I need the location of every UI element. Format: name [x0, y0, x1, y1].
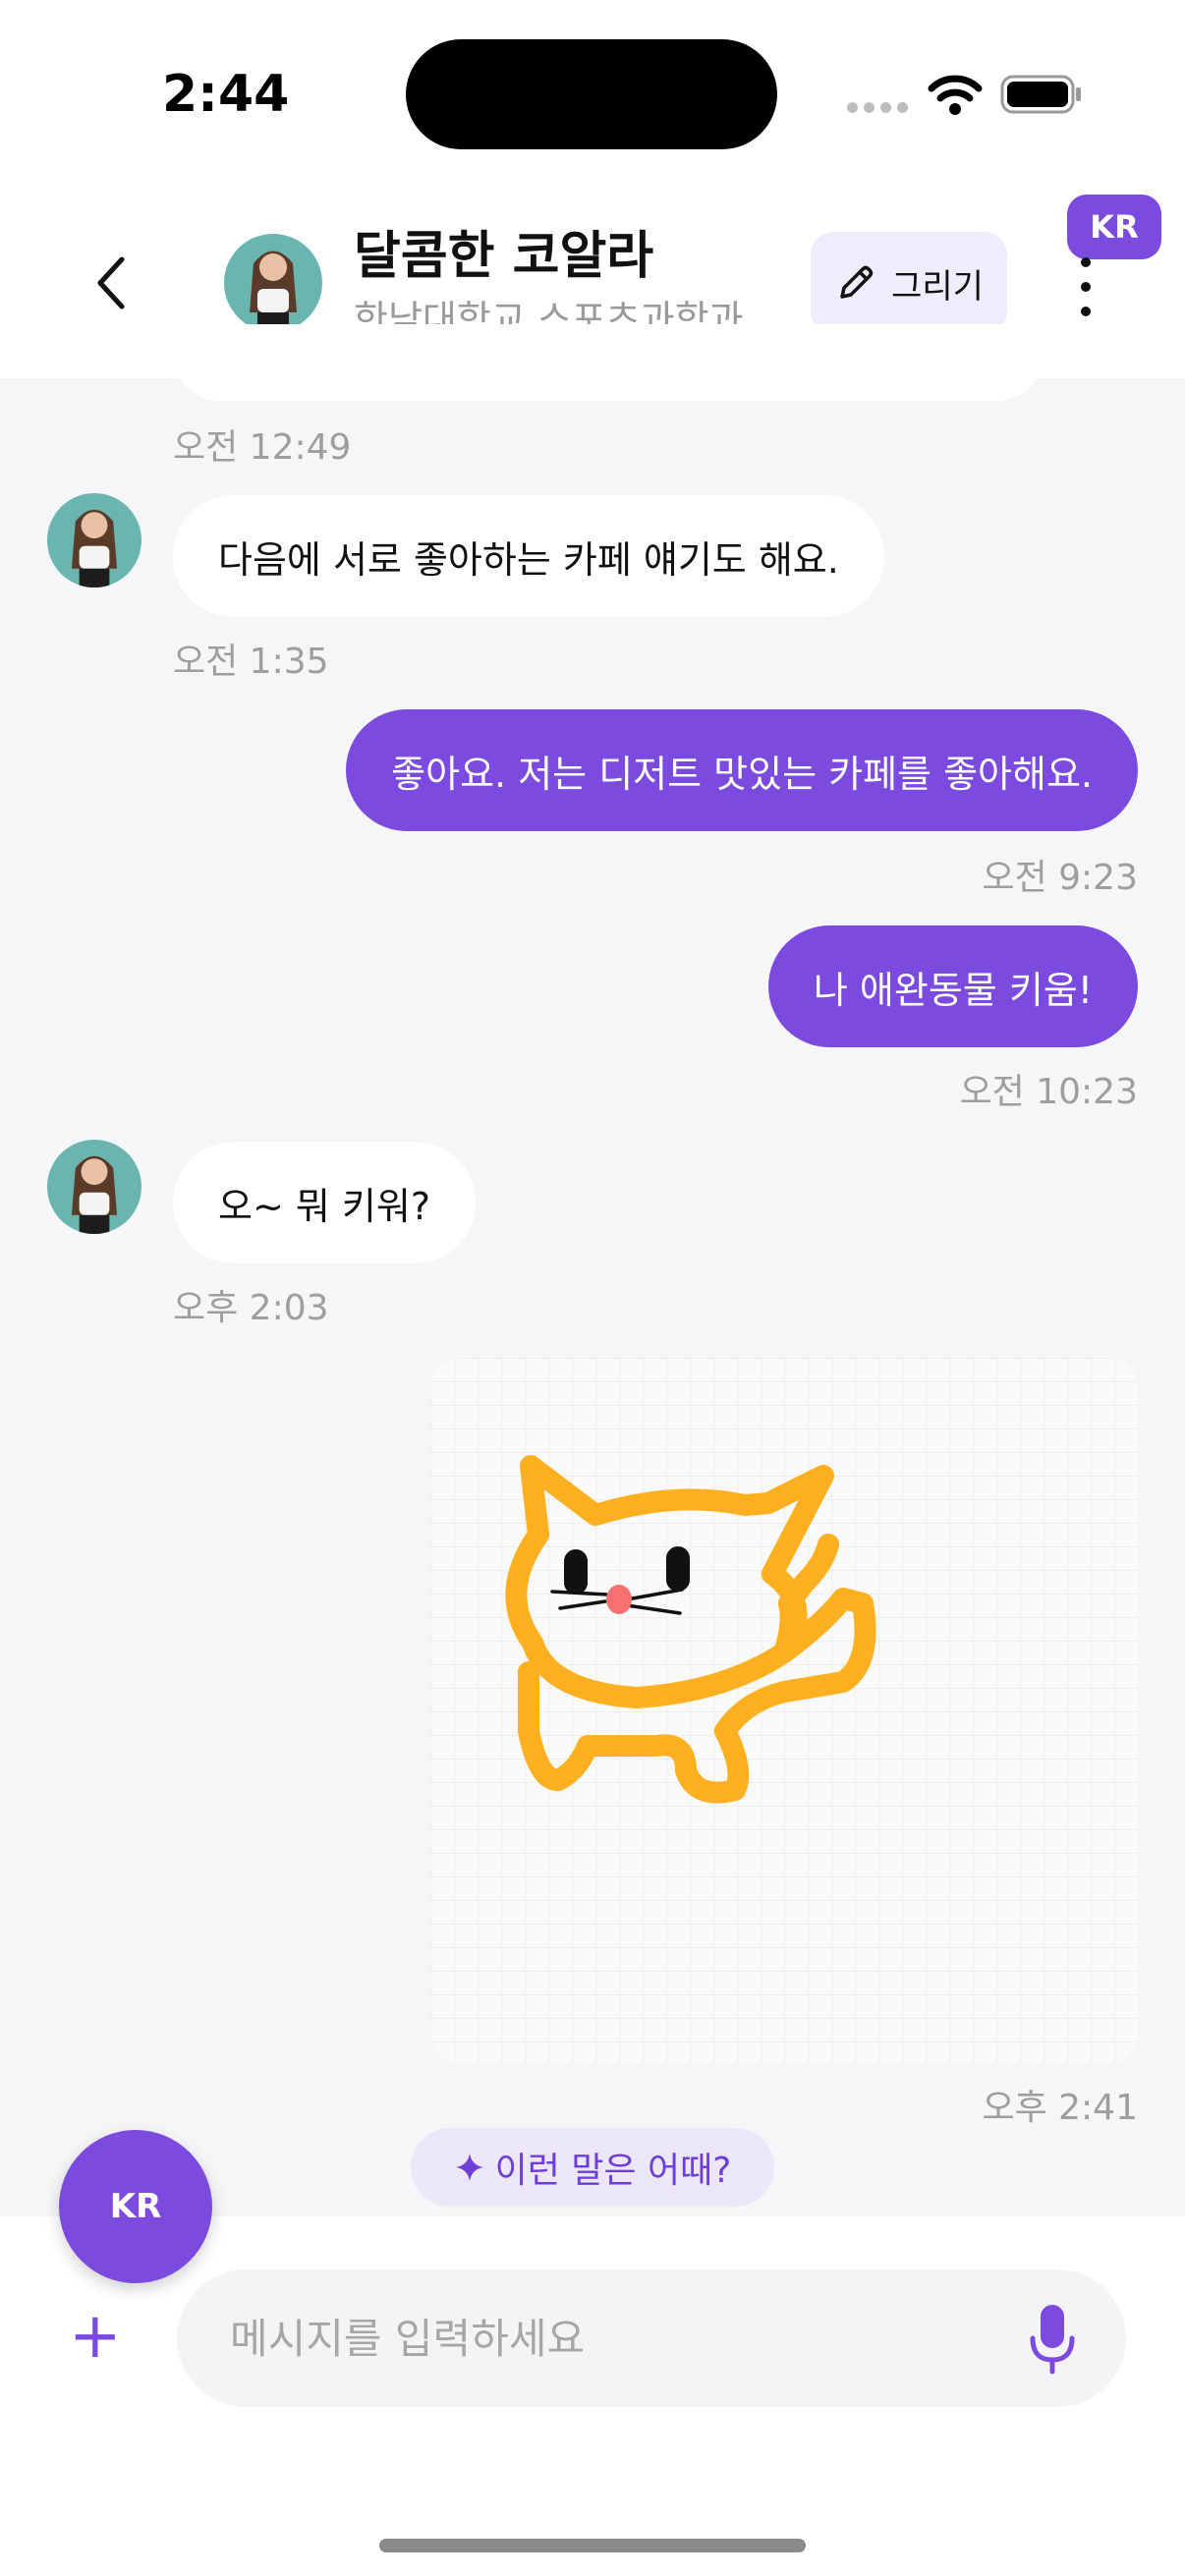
language-badge[interactable]: KR — [1067, 195, 1161, 259]
back-arrow-icon[interactable] — [86, 253, 136, 312]
wifi-icon — [928, 75, 983, 115]
message-bubble-incoming[interactable]: 오~ 뭐 키워? — [173, 1142, 477, 1263]
cat-drawing-image — [430, 1358, 1138, 2063]
suggestion-chip[interactable]: 이런 말은 어때? — [411, 2128, 774, 2207]
message-bubble-partial — [173, 324, 1044, 401]
sparkle-icon — [455, 2154, 483, 2181]
message-bubble-outgoing[interactable]: 나 애완동물 키움! — [767, 925, 1138, 1047]
add-attachment-icon[interactable]: + — [69, 2305, 122, 2368]
pencil-icon — [840, 265, 874, 299]
message-time: 오전 10:23 — [959, 1072, 1138, 1112]
suggestion-label: 이런 말은 어때? — [494, 2151, 732, 2191]
signal-icon — [847, 102, 910, 114]
message-bubble-incoming[interactable]: 다음에 서로 좋아하는 카페 얘기도 해요. — [173, 495, 884, 617]
draw-button-label: 그리기 — [891, 266, 984, 307]
battery-icon — [1000, 75, 1081, 114]
more-options-icon[interactable] — [1071, 257, 1100, 316]
draw-button[interactable]: 그리기 — [811, 232, 1007, 334]
message-bubble-outgoing[interactable]: 좋아요. 저는 디저트 맛있는 카페를 좋아해요. — [346, 709, 1138, 831]
status-time: 2:44 — [162, 65, 290, 124]
message-time: 오전 9:23 — [982, 858, 1138, 898]
message-time: 오후 2:03 — [173, 1288, 329, 1328]
translate-fab[interactable]: KR — [59, 2130, 212, 2283]
message-time: 오전 1:35 — [173, 642, 329, 682]
message-time: 오전 12:49 — [173, 427, 352, 468]
partner-avatar[interactable] — [224, 234, 322, 332]
chat-title: 달콤한 코알라 — [354, 227, 654, 286]
partner-avatar-small[interactable] — [47, 1140, 141, 1234]
drawing-message[interactable] — [430, 1358, 1138, 2063]
message-time: 오후 2:41 — [982, 2088, 1138, 2128]
home-indicator — [379, 2539, 806, 2552]
message-input[interactable] — [177, 2269, 1126, 2407]
dynamic-island — [406, 39, 777, 149]
partner-avatar-small[interactable] — [47, 493, 141, 588]
microphone-icon[interactable] — [1028, 2301, 1077, 2380]
